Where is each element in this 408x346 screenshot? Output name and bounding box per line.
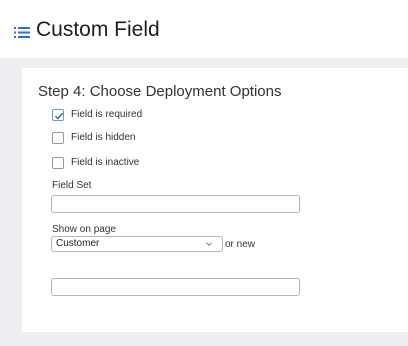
show-on-page-select[interactable]: Customer xyxy=(51,236,223,252)
field-inactive-option[interactable]: Field is inactive xyxy=(52,156,139,170)
chevron-down-icon xyxy=(206,242,212,247)
field-set-label: Field Set xyxy=(52,180,92,191)
new-page-input[interactable] xyxy=(51,278,300,296)
page-title: Custom Field xyxy=(36,18,160,41)
checkmark-icon xyxy=(55,112,64,120)
field-required-checkbox[interactable] xyxy=(52,109,64,121)
page-header: Custom Field xyxy=(0,0,408,58)
field-inactive-label: Field is inactive xyxy=(71,157,140,168)
show-on-page-selected: Customer xyxy=(56,238,100,249)
step-title: Step 4: Choose Deployment Options xyxy=(38,83,282,100)
field-set-input[interactable] xyxy=(51,195,300,213)
field-hidden-label: Field is hidden xyxy=(71,132,136,143)
show-on-page-label: Show on page xyxy=(52,224,116,235)
field-hidden-option[interactable]: Field is hidden xyxy=(52,131,135,145)
field-required-label: Field is required xyxy=(71,109,143,120)
field-required-option[interactable]: Field is required xyxy=(52,108,142,122)
list-icon xyxy=(14,26,30,39)
field-inactive-checkbox[interactable] xyxy=(52,157,64,169)
field-hidden-checkbox[interactable] xyxy=(52,132,64,144)
or-new-label: or new xyxy=(225,239,256,250)
